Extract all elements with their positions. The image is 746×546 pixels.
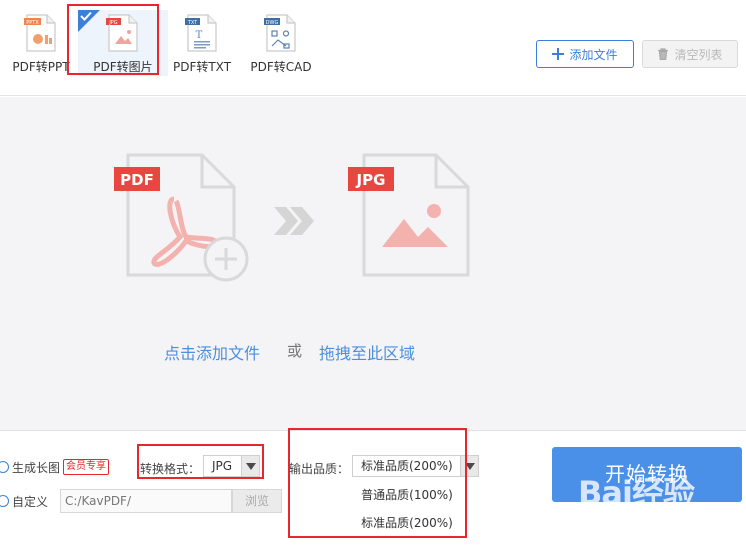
quality-option-standard[interactable]: 标准品质(200%) xyxy=(351,512,463,534)
add-file-label: 添加文件 xyxy=(569,47,618,62)
clear-list-button[interactable]: 清空列表 xyxy=(642,40,738,68)
chevron-down-icon[interactable] xyxy=(460,456,478,476)
quality-label: 输出品质： xyxy=(289,462,350,476)
toolbar: PPTX PDF转PPT JPG PDF转图片 TXT T PDF转TXT DW… xyxy=(0,0,746,96)
quality-dropdown-list: 普通品质(100%) 标准品质(200%) xyxy=(351,484,463,536)
tool-pdf-to-image[interactable]: JPG PDF转图片 xyxy=(78,10,168,76)
drag-here-link: 拖拽至此区域 xyxy=(319,344,416,363)
tool-pdf-to-cad[interactable]: DWG PDF转CAD xyxy=(236,10,326,76)
format-value: JPG xyxy=(212,459,233,473)
custom-path-label: 自定义 xyxy=(12,495,49,509)
long-image-radio[interactable] xyxy=(0,461,9,473)
format-select[interactable]: JPG xyxy=(203,455,260,477)
pdf-file-icon: PDF xyxy=(114,153,249,282)
cad-file-icon: DWG xyxy=(264,14,296,52)
vip-badge: 会员专享 xyxy=(63,459,109,475)
clear-list-label: 清空列表 xyxy=(674,47,723,62)
ppt-file-icon: PPTX xyxy=(24,14,56,52)
chevron-down-icon[interactable] xyxy=(241,456,259,476)
browse-button[interactable]: 浏览 xyxy=(232,489,282,513)
selected-check-icon xyxy=(78,10,100,32)
click-add-file-link[interactable]: 点击添加文件 xyxy=(164,340,260,364)
double-arrow-icon xyxy=(274,207,314,235)
file-drop-area[interactable]: PDF JPG 点击添加文件 或 拖拽至此区域 xyxy=(0,97,746,431)
tool-label: PDF转图片 xyxy=(93,60,153,74)
dwg-tag: DWG xyxy=(266,20,279,26)
tool-pdf-to-txt[interactable]: TXT T PDF转TXT xyxy=(157,10,247,76)
start-convert-button[interactable]: 开始转换 xyxy=(552,447,742,502)
custom-path-radio[interactable] xyxy=(0,495,9,507)
plus-icon xyxy=(552,48,565,60)
image-file-icon: JPG xyxy=(106,14,138,52)
format-label: 转换格式： xyxy=(140,462,201,476)
convert-illustration: PDF JPG xyxy=(114,153,470,282)
long-image-label: 生成长图 xyxy=(12,461,61,475)
svg-text:T: T xyxy=(196,30,203,41)
quality-option-normal[interactable]: 普通品质(100%) xyxy=(351,484,463,506)
quality-select[interactable]: 标准品质(200%) xyxy=(352,455,479,477)
tool-pdf-to-ppt[interactable]: PPTX PDF转PPT xyxy=(0,10,86,76)
tool-label: PDF转CAD xyxy=(250,60,312,74)
jpg-tag: JPG xyxy=(108,20,117,26)
txt-tag: TXT xyxy=(187,20,198,26)
tool-label: PDF转PPT xyxy=(12,60,70,74)
trash-icon xyxy=(658,48,669,60)
jpg-tag: JPG xyxy=(356,171,386,189)
output-path-input[interactable]: C:/KavPDF/ xyxy=(60,489,232,513)
quality-value: 标准品质(200%) xyxy=(361,459,453,473)
ppt-tag: PPTX xyxy=(26,20,39,26)
or-text: 或 xyxy=(287,342,303,360)
txt-file-icon: TXT T xyxy=(185,14,217,52)
tool-label: PDF转TXT xyxy=(172,60,232,74)
pdf-tag: PDF xyxy=(120,171,154,189)
jpg-file-icon: JPG xyxy=(348,153,470,277)
add-file-button[interactable]: 添加文件 xyxy=(536,40,634,68)
